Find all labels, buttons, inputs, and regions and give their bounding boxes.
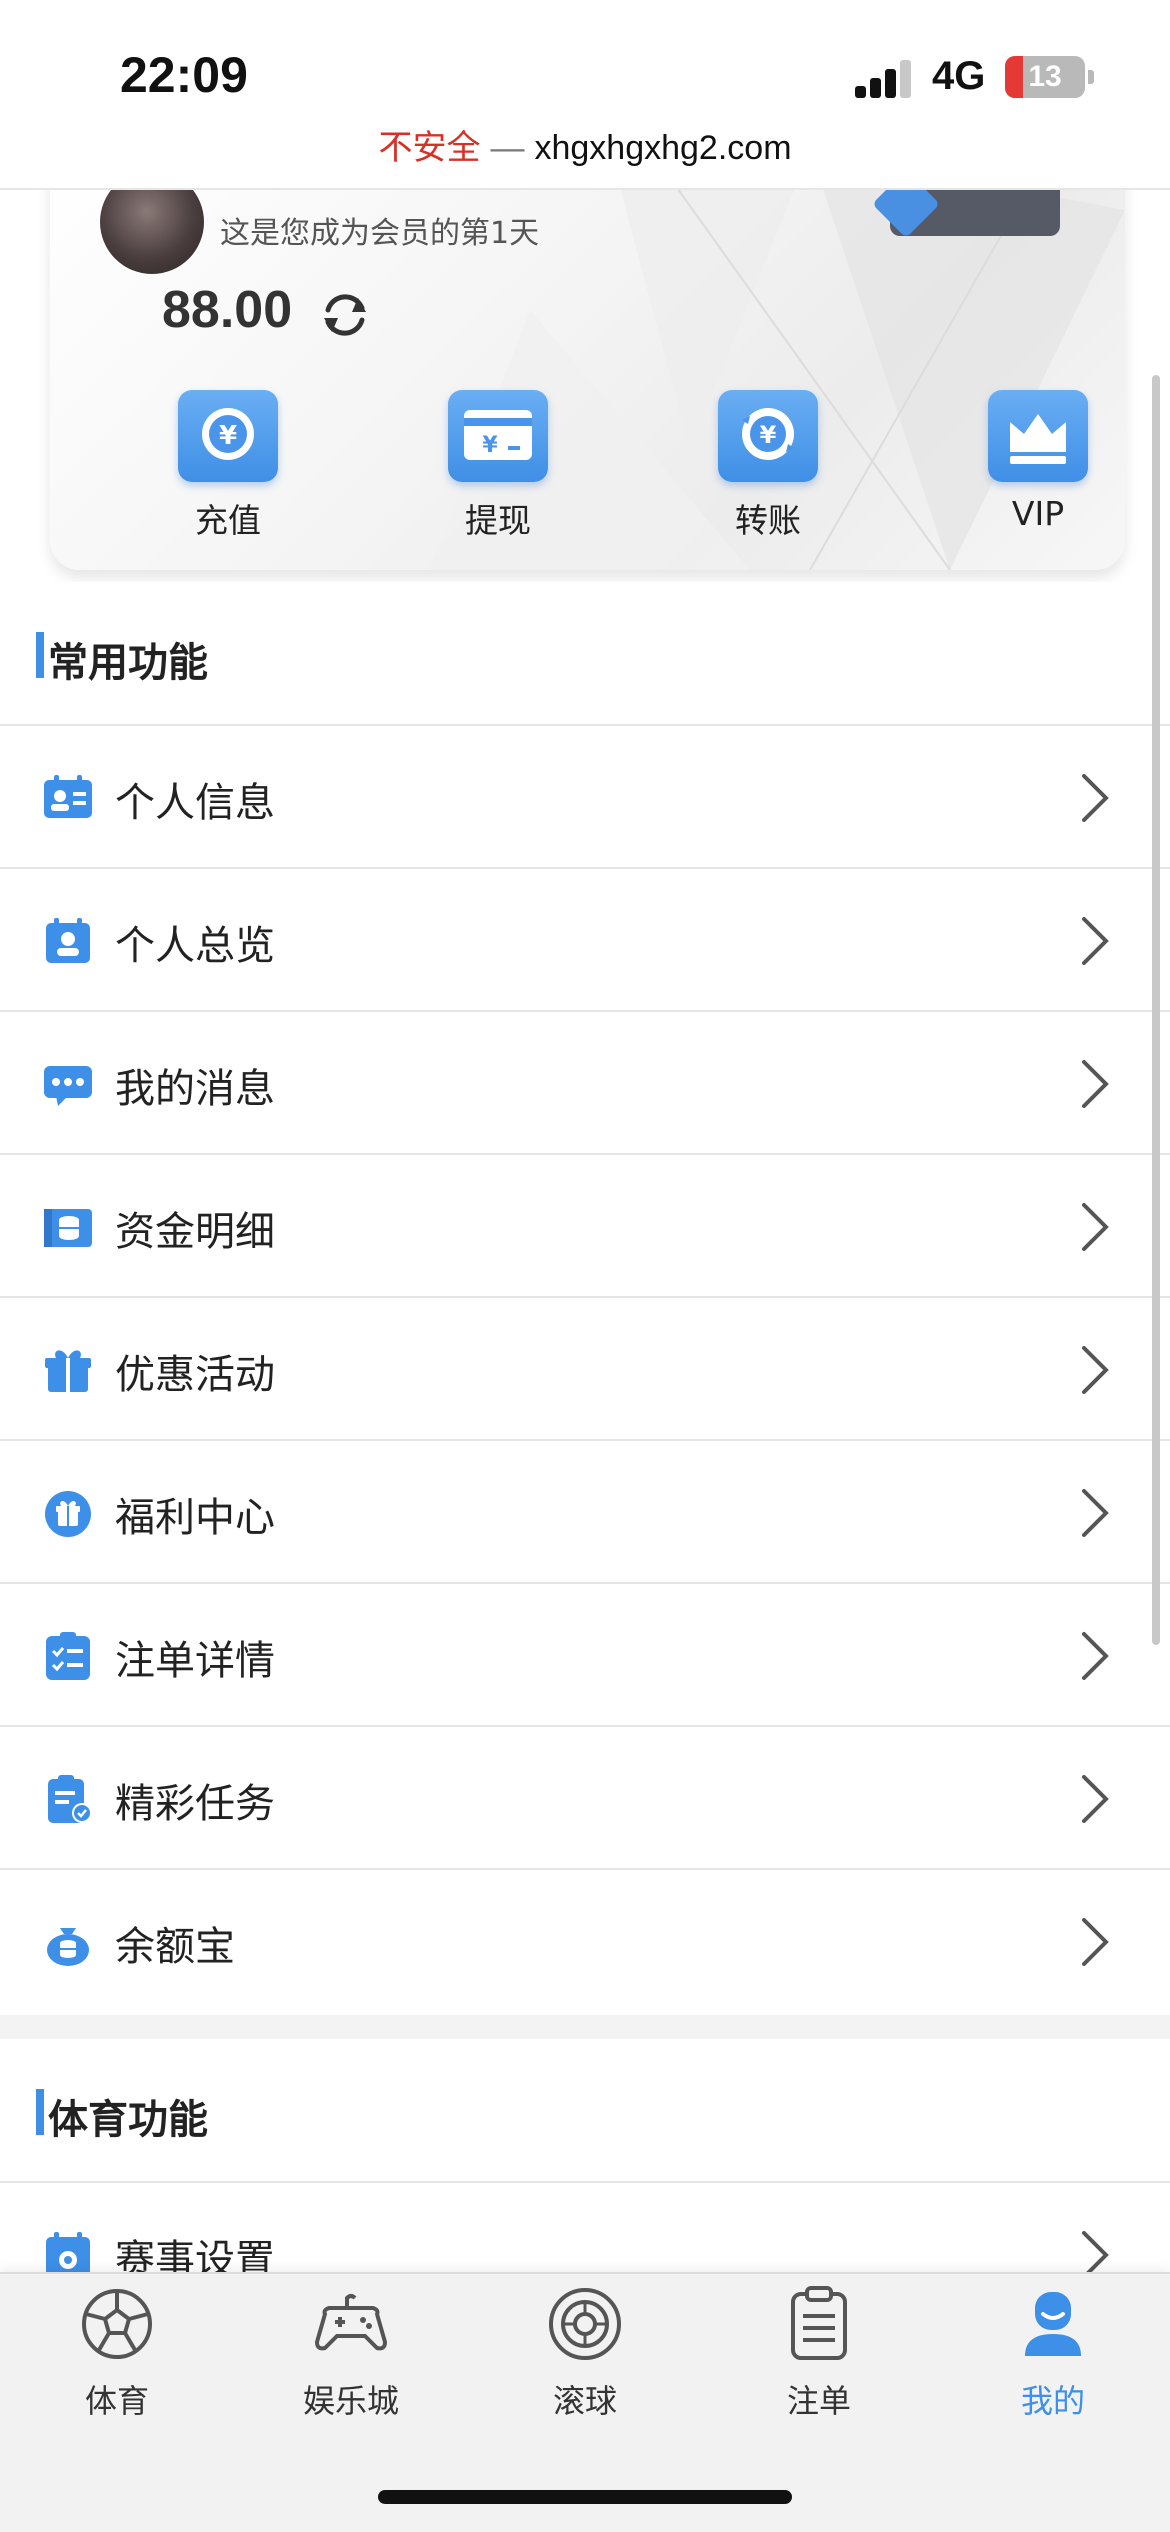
- tab-label: 注单: [786, 2382, 851, 2420]
- tab-label: 体育: [84, 2382, 149, 2420]
- menu-label: 余额宝: [115, 1924, 235, 1970]
- status-time: 22:09: [120, 47, 248, 103]
- withdraw-icon: ¥: [448, 390, 548, 482]
- balance-amount: 88.00: [162, 281, 293, 339]
- tab-casino[interactable]: 娱乐城: [234, 2284, 468, 2444]
- battery-icon: 13: [1005, 56, 1085, 98]
- tab-label: 滚球: [552, 2382, 617, 2420]
- tab-bets[interactable]: 注单: [702, 2284, 936, 2444]
- scrollbar[interactable]: [1152, 375, 1160, 1645]
- address-bar[interactable]: 不安全 — xhgxhgxhg2.com: [0, 120, 1170, 169]
- insecure-label: 不安全: [378, 129, 481, 167]
- section-title: 体育功能: [48, 2097, 208, 2143]
- live-ball-icon: [549, 2288, 621, 2360]
- svg-text:¥: ¥: [760, 421, 777, 449]
- transfer-button[interactable]: ¥ 转账: [683, 390, 853, 542]
- withdraw-button[interactable]: ¥ 提现: [413, 390, 583, 542]
- vip-label: VIP: [1011, 494, 1065, 533]
- recharge-button[interactable]: ¥ 充值: [143, 390, 313, 542]
- id-card-icon: [44, 775, 92, 818]
- chevron-right-icon: [1082, 1346, 1109, 1394]
- member-days-text: 这是您成为会员的第1天: [220, 216, 540, 251]
- chevron-right-icon: [1082, 1060, 1109, 1108]
- section-accent-bar: [36, 2089, 44, 2135]
- svg-text:¥: ¥: [219, 421, 237, 451]
- menu-item-my-messages[interactable]: 我的消息: [0, 1012, 1170, 1155]
- menu-label: 个人信息: [115, 780, 275, 826]
- signal-icon: [855, 60, 915, 98]
- profile-icon: [46, 918, 90, 963]
- common-functions-header: 常用功能: [0, 582, 1170, 726]
- funds-icon: [44, 1209, 92, 1247]
- member-card: 这是您成为会员的第1天 88.00 ¥ 充值 ¥ 提现 ¥ 转账 VIP: [50, 150, 1125, 570]
- chevron-right-icon: [1082, 1775, 1109, 1823]
- network-type: 4G: [932, 54, 986, 98]
- menu-item-personal-info[interactable]: 个人信息: [0, 726, 1170, 869]
- chevron-right-icon: [1082, 917, 1109, 965]
- vip-button[interactable]: VIP: [953, 390, 1123, 533]
- status-bar: 22:09 4G 13 不安全 — xhgxhgxhg2.com: [0, 0, 1170, 190]
- section-divider: [0, 2015, 1170, 2039]
- menu-label: 资金明细: [115, 1209, 275, 1255]
- chevron-right-icon: [1082, 1918, 1109, 1966]
- url-separator: —: [490, 129, 525, 167]
- transfer-icon: ¥: [718, 390, 818, 482]
- tab-label: 我的: [1020, 2382, 1085, 2420]
- menu-label: 福利中心: [115, 1495, 275, 1541]
- gift-icon: [45, 1350, 91, 1392]
- welfare-icon: [45, 1491, 91, 1537]
- tab-mine[interactable]: 我的: [936, 2284, 1170, 2444]
- menu-item-bet-details[interactable]: 注单详情: [0, 1584, 1170, 1727]
- checklist-icon: [46, 1632, 90, 1680]
- menu-label: 优惠活动: [115, 1352, 275, 1398]
- tab-live-betting[interactable]: 滚球: [468, 2284, 702, 2444]
- recharge-icon: ¥: [178, 390, 278, 482]
- menu-label: 精彩任务: [115, 1781, 275, 1827]
- menu-item-promotions[interactable]: 优惠活动: [0, 1298, 1170, 1441]
- menu-item-fund-details[interactable]: 资金明细: [0, 1155, 1170, 1298]
- menu-item-balance-treasure[interactable]: 余额宝: [0, 1870, 1170, 2013]
- chevron-right-icon: [1082, 1489, 1109, 1537]
- home-indicator[interactable]: [378, 2490, 792, 2504]
- menu-label: 我的消息: [115, 1066, 275, 1112]
- task-icon: [48, 1775, 92, 1823]
- refresh-icon[interactable]: [318, 288, 372, 342]
- svg-text:¥: ¥: [482, 433, 498, 458]
- tab-label: 娱乐城: [302, 2382, 399, 2420]
- section-accent-bar: [36, 632, 44, 678]
- chevron-right-icon: [1082, 1632, 1109, 1680]
- battery-level: 13: [1028, 60, 1062, 93]
- money-bag-icon: [47, 1928, 89, 1966]
- withdraw-label: 提现: [465, 501, 531, 540]
- transfer-label: 转账: [735, 501, 801, 540]
- menu-label: 注单详情: [115, 1638, 275, 1684]
- menu-label: 个人总览: [115, 923, 275, 969]
- menu-item-tasks[interactable]: 精彩任务: [0, 1727, 1170, 1870]
- sports-functions-header: 体育功能: [0, 2039, 1170, 2183]
- menu-item-personal-overview[interactable]: 个人总览: [0, 869, 1170, 1012]
- soccer-ball-icon: [82, 2289, 152, 2359]
- chevron-right-icon: [1082, 1203, 1109, 1251]
- crown-icon: [988, 390, 1088, 482]
- message-icon: [44, 1066, 92, 1106]
- clipboard-icon: [791, 2286, 847, 2360]
- quick-actions: ¥ 充值 ¥ 提现 ¥ 转账 VIP: [50, 390, 1125, 550]
- chevron-right-icon: [1082, 774, 1109, 822]
- user-icon: [1025, 2292, 1081, 2356]
- gamepad-icon: [314, 2294, 388, 2351]
- url-text: xhgxhgxhg2.com: [534, 129, 792, 167]
- recharge-label: 充值: [195, 501, 261, 540]
- tab-sports[interactable]: 体育: [0, 2284, 234, 2444]
- menu-item-welfare-center[interactable]: 福利中心: [0, 1441, 1170, 1584]
- section-title: 常用功能: [48, 640, 208, 686]
